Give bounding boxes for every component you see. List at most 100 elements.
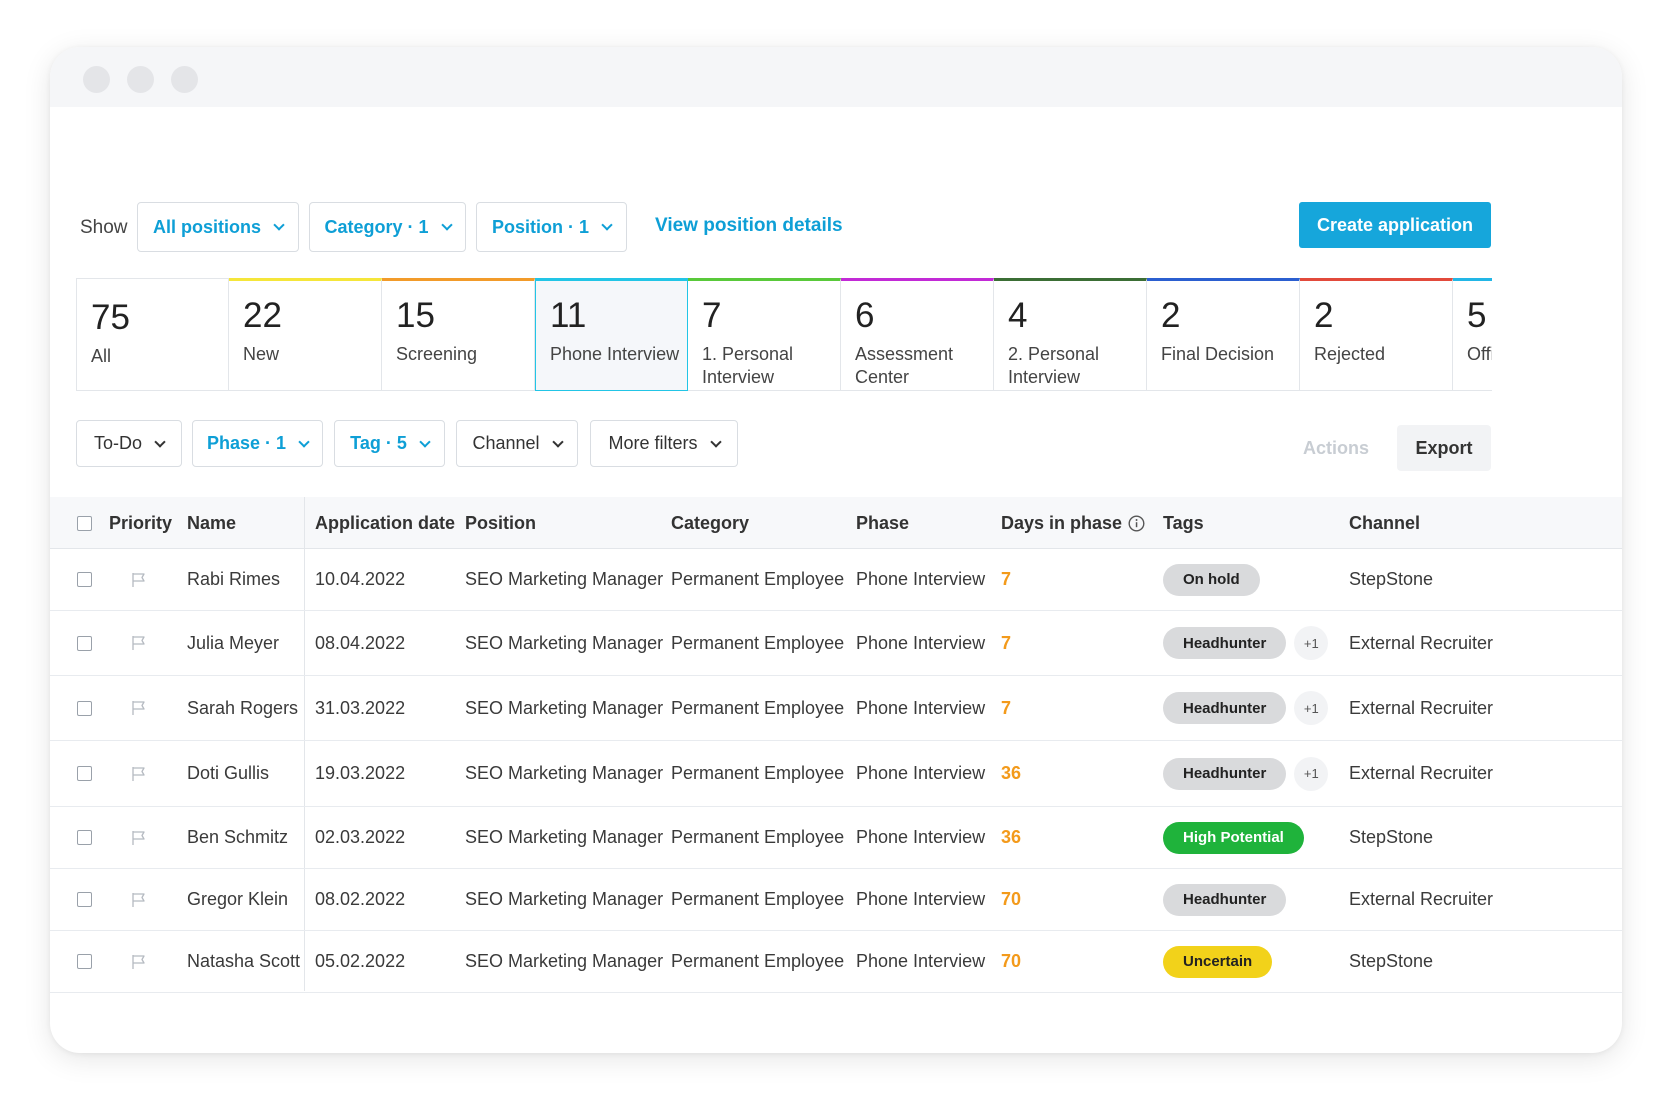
tag-badge[interactable]: Headhunter [1163, 883, 1287, 916]
more-tags-badge[interactable]: +1 [1294, 626, 1329, 660]
days-in-phase-cell: 7 [1001, 632, 1012, 653]
table-row[interactable]: Gregor Klein 08.02.2022 SEO Marketing Mana… [50, 869, 1622, 931]
name-cell: Doti Gullis [187, 763, 270, 783]
header-phase[interactable]: Phase [856, 497, 909, 549]
channel-cell: External Recruiter [1349, 632, 1494, 653]
days-in-phase-cell: 7 [1001, 697, 1012, 718]
table-row[interactable]: Julia Meyer 08.04.2022 SEO Marketing Manag… [50, 611, 1622, 676]
priority-cell[interactable] [130, 869, 148, 930]
todo-filter[interactable]: To-Do [76, 420, 182, 467]
row-checkbox[interactable] [77, 700, 92, 716]
info-icon[interactable] [1128, 514, 1145, 532]
header-name[interactable]: Name [187, 497, 236, 549]
table-row[interactable]: Doti Gullis 19.03.2022 SEO Marketing Manag… [50, 741, 1622, 807]
select-all-checkbox[interactable] [77, 515, 92, 531]
days-in-phase-cell: 36 [1001, 763, 1022, 783]
phase-tab-4[interactable]: 7 1. Personal Interview [688, 278, 841, 391]
actions-button[interactable]: Actions [1287, 425, 1385, 471]
flag-icon[interactable] [130, 699, 148, 717]
row-checkbox[interactable] [77, 635, 92, 651]
window-dot-minimize[interactable] [127, 66, 154, 93]
table-row[interactable]: Sarah Rogers 31.03.2022 SEO Marketing Mana… [50, 676, 1622, 741]
phase-tab-3[interactable]: 11 Phone Interview [535, 278, 688, 391]
row-select-cell[interactable] [77, 807, 92, 868]
header-position[interactable]: Position [465, 497, 536, 549]
phase-tab-6[interactable]: 4 2. Personal Interview [994, 278, 1147, 391]
more-tags-badge[interactable]: +1 [1294, 691, 1329, 725]
more-filters[interactable]: More filters [590, 420, 738, 467]
tags-cell: On hold [1163, 549, 1260, 610]
flag-icon[interactable] [130, 634, 148, 652]
app-window: Show All positions Category · 1 Position… [50, 47, 1622, 1053]
tag-badge[interactable]: Headhunter [1163, 692, 1287, 724]
header-channel[interactable]: Channel [1349, 497, 1420, 549]
flag-icon[interactable] [130, 765, 148, 783]
application-date-cell: 31.03.2022 [315, 697, 406, 718]
row-select-cell[interactable] [77, 869, 92, 930]
phase-tab-8[interactable]: 2 Rejected [1300, 278, 1453, 391]
phase-tab-7[interactable]: 2 Final Decision [1147, 278, 1300, 391]
flag-icon[interactable] [130, 891, 148, 909]
row-select-cell[interactable] [77, 549, 92, 610]
tag-badge[interactable]: Headhunter [1163, 627, 1287, 659]
export-button[interactable]: Export [1397, 425, 1491, 471]
position-dropdown[interactable]: Position · 1 [476, 202, 627, 252]
table-row[interactable]: Rabi Rimes 10.04.2022 SEO Marketing Manage… [50, 549, 1622, 611]
header-priority[interactable]: Priority [109, 497, 172, 549]
row-checkbox[interactable] [77, 954, 92, 969]
priority-cell[interactable] [130, 807, 148, 868]
window-dot-maximize[interactable] [171, 66, 198, 93]
row-checkbox[interactable] [77, 892, 92, 907]
phase-tab-1[interactable]: 22 New [229, 278, 382, 391]
tags-cell: Headhunter +1 [1163, 676, 1329, 740]
priority-cell[interactable] [130, 741, 148, 806]
priority-cell[interactable] [130, 931, 148, 992]
row-select-cell[interactable] [77, 931, 92, 992]
channel-cell: External Recruiter [1349, 697, 1494, 718]
flag-icon[interactable] [130, 829, 148, 847]
flag-icon[interactable] [130, 953, 148, 971]
priority-cell[interactable] [130, 611, 148, 675]
category-cell: Permanent Employee [671, 632, 845, 653]
window-dot-close[interactable] [83, 66, 110, 93]
category-dropdown[interactable]: Category · 1 [309, 202, 466, 252]
flag-icon[interactable] [130, 571, 148, 589]
row-checkbox[interactable] [77, 830, 92, 845]
phase-tab-9[interactable]: 5 Offi [1453, 278, 1492, 391]
row-checkbox[interactable] [77, 572, 92, 587]
all-positions-dropdown[interactable]: All positions [137, 202, 299, 252]
phase-filter[interactable]: Phase · 1 [192, 420, 323, 467]
tag-badge[interactable]: High Potential [1163, 821, 1304, 854]
phase-tab-0[interactable]: 75 All [76, 278, 229, 391]
create-application-button[interactable]: Create application [1299, 202, 1491, 248]
row-select-cell[interactable] [77, 676, 92, 740]
category-cell: Permanent Employee [671, 763, 845, 783]
tag-filter[interactable]: Tag · 5 [334, 420, 445, 467]
channel-filter[interactable]: Channel [456, 420, 578, 467]
table-row[interactable]: Ben Schmitz 02.03.2022 SEO Marketing Manag… [50, 807, 1622, 869]
phase-tab-5[interactable]: 6 Assessment Center [841, 278, 994, 391]
table-row[interactable]: Natasha Scott 05.02.2022 SEO Marketing Man… [50, 931, 1622, 993]
tag-badge[interactable]: On hold [1163, 563, 1260, 596]
header-days-in-phase[interactable]: Days in phase [1001, 497, 1145, 549]
more-tags-badge[interactable]: +1 [1294, 756, 1329, 791]
header-tags[interactable]: Tags [1163, 497, 1204, 549]
select-all-cell[interactable] [77, 497, 92, 549]
name-cell: Gregor Klein [187, 889, 289, 909]
row-select-cell[interactable] [77, 611, 92, 675]
row-select-cell[interactable] [77, 741, 92, 806]
phase-tab-2[interactable]: 15 Screening [382, 278, 535, 391]
chevron-down-icon [551, 435, 564, 448]
tags-cell: Headhunter +1 [1163, 611, 1329, 675]
tag-badge[interactable]: Headhunter [1163, 757, 1287, 790]
priority-cell[interactable] [130, 676, 148, 740]
days-in-phase-cell: 36 [1001, 827, 1022, 847]
phase-count: 5 [1467, 296, 1487, 335]
header-application-date[interactable]: Application date [315, 497, 455, 549]
view-position-details-link[interactable]: View position details [655, 215, 843, 237]
priority-cell[interactable] [130, 549, 148, 610]
position-cell: SEO Marketing Manager [465, 697, 664, 718]
header-category[interactable]: Category [671, 497, 749, 549]
row-checkbox[interactable] [77, 766, 92, 781]
tag-badge[interactable]: Uncertain [1163, 945, 1273, 978]
